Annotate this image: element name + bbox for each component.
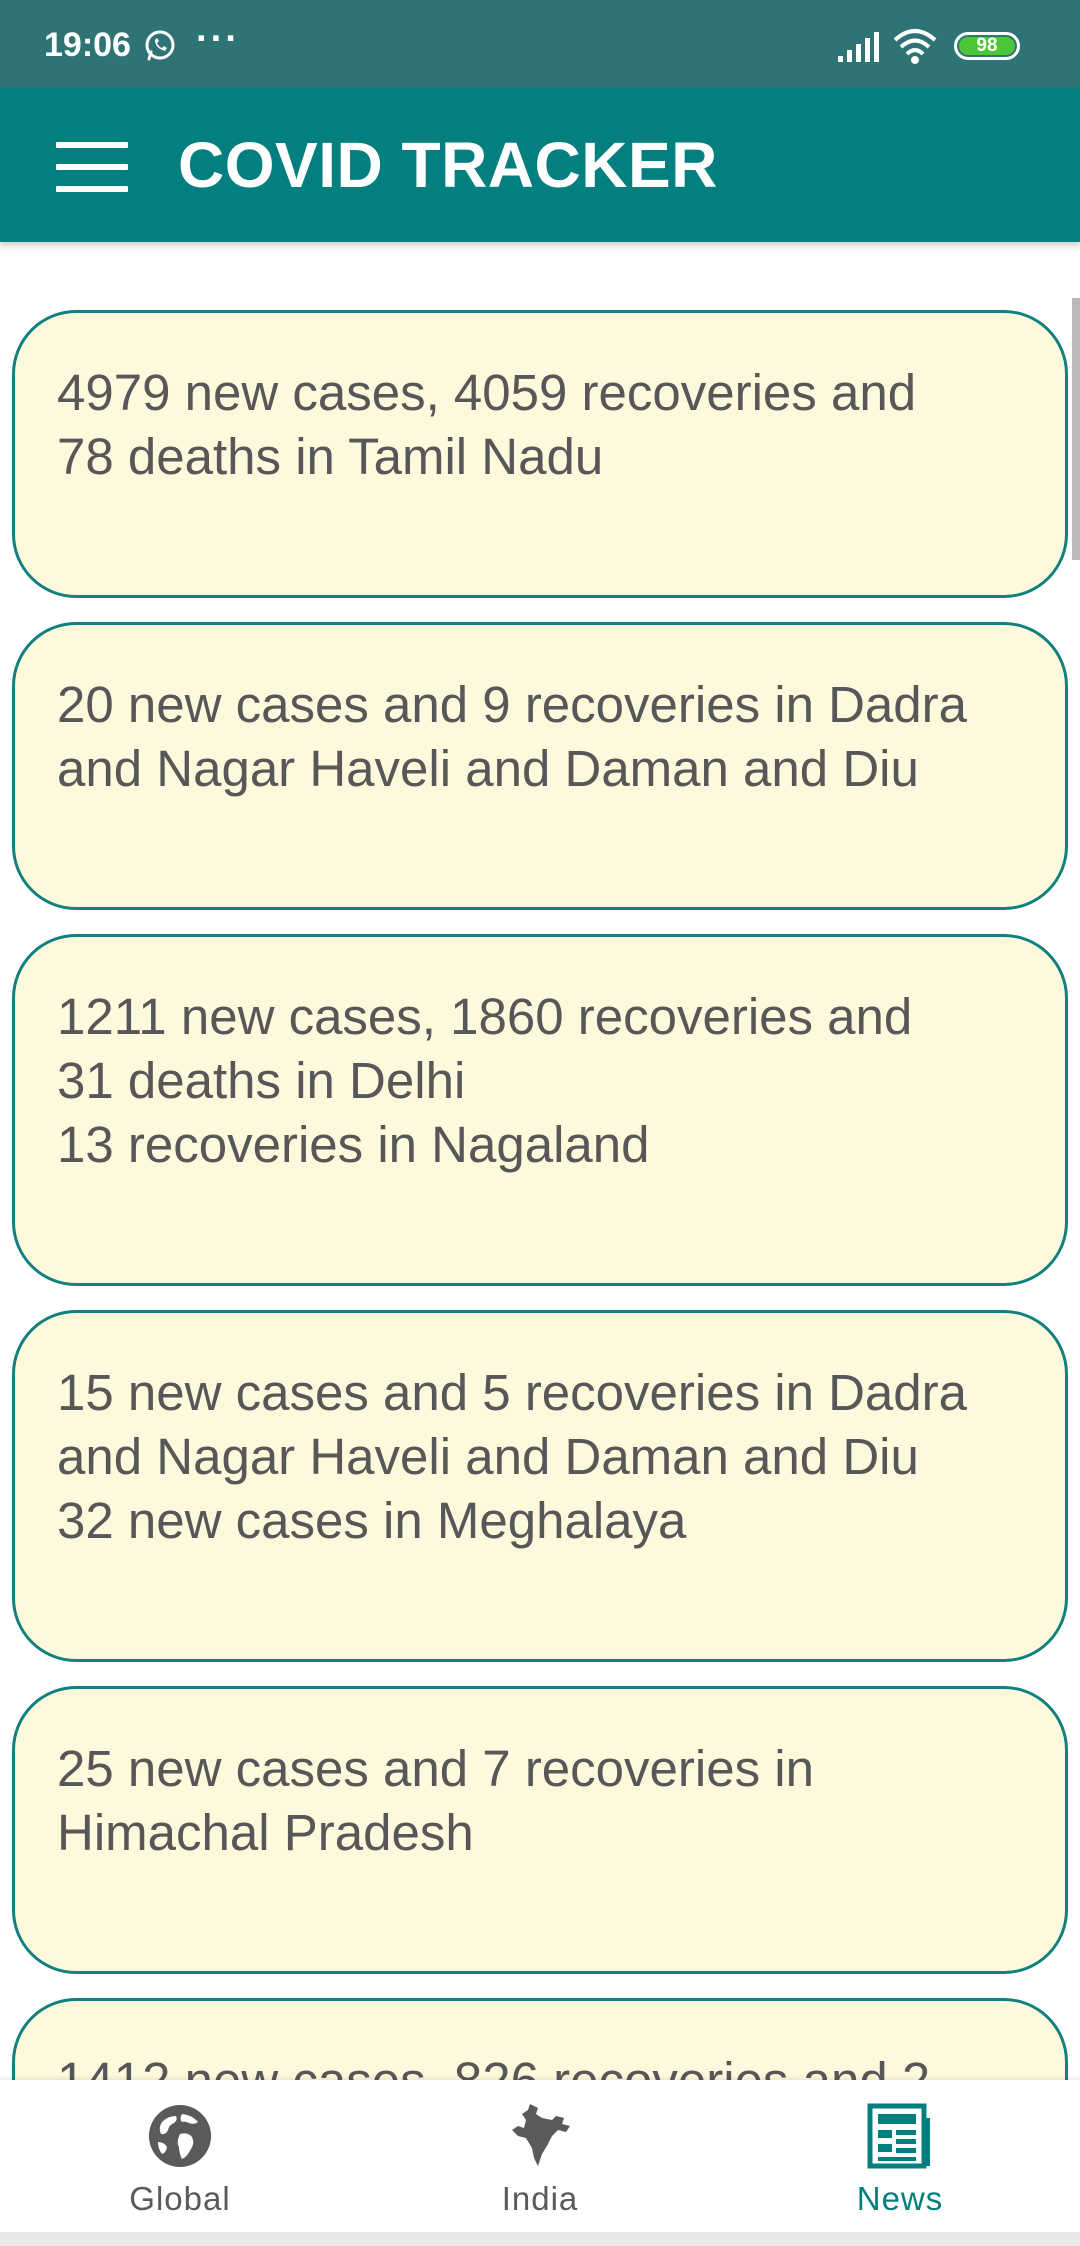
news-text: 13 recoveries in Nagaland (57, 1116, 650, 1173)
nav-news[interactable]: News (720, 2080, 1080, 2232)
battery-icon: 98 (954, 32, 1020, 60)
news-text: 78 deaths in Tamil Nadu (57, 428, 604, 485)
news-text: and Nagar Haveli and Daman and Diu (57, 1428, 919, 1485)
screen: 19:06 ··· 98 COVID TRACKER 4979 new case… (0, 0, 1080, 2246)
india-map-icon (512, 2104, 570, 2166)
status-bar: 19:06 ··· 98 (0, 0, 1080, 88)
news-card[interactable]: 25 new cases and 7 recoveries in Himacha… (12, 1686, 1068, 1974)
globe-icon (149, 2105, 211, 2167)
app-bar: COVID TRACKER (0, 88, 1080, 242)
news-card[interactable]: 15 new cases and 5 recoveries in Dadra a… (12, 1310, 1068, 1662)
news-text: 15 new cases and 5 recoveries in Dadra (57, 1364, 968, 1421)
news-list[interactable]: 4979 new cases, 4059 recoveries and 78 d… (0, 242, 1080, 2080)
nav-label: Global (129, 2180, 231, 2217)
news-card[interactable]: 20 new cases and 9 recoveries in Dadra a… (12, 622, 1068, 910)
nav-label: News (856, 2180, 944, 2217)
news-card[interactable]: 4979 new cases, 4059 recoveries and 78 d… (12, 310, 1068, 598)
newspaper-icon (867, 2103, 930, 2169)
news-text: 1211 new cases, 1860 recoveries and (57, 988, 913, 1045)
whatsapp-icon (145, 30, 175, 61)
system-nav-edge (0, 2232, 1080, 2246)
nav-global[interactable]: Global (0, 2080, 360, 2232)
scrollbar[interactable] (1072, 298, 1080, 560)
wifi-icon (893, 29, 937, 64)
news-card[interactable]: 1412 new cases, 826 recoveries and 2 (12, 1998, 1068, 2080)
nav-label: India (501, 2180, 579, 2217)
news-text: 31 deaths in Delhi (57, 1052, 466, 1109)
signal-icon (838, 32, 879, 62)
news-card[interactable]: 1211 new cases, 1860 recoveries and 31 d… (12, 934, 1068, 1286)
bottom-navigation: Global India News (0, 2080, 1080, 2232)
nav-india[interactable]: India (360, 2080, 720, 2232)
news-text: and Nagar Haveli and Daman and Diu (57, 740, 919, 797)
status-time: 19:06 (44, 26, 131, 64)
news-text: 32 new cases in Meghalaya (57, 1492, 687, 1549)
more-notifications-icon: ··· (196, 18, 240, 60)
news-text: 4979 new cases, 4059 recoveries and (57, 364, 917, 421)
hamburger-menu-icon[interactable] (56, 142, 128, 192)
news-text: 20 new cases and 9 recoveries in Dadra (57, 676, 968, 733)
news-text: 1412 new cases, 826 recoveries and 2 (57, 2049, 1025, 2080)
news-text: 25 new cases and 7 recoveries in (57, 1740, 814, 1797)
battery-level: 98 (959, 36, 1015, 55)
news-text: Himachal Pradesh (57, 1804, 474, 1861)
app-title: COVID TRACKER (178, 129, 718, 201)
